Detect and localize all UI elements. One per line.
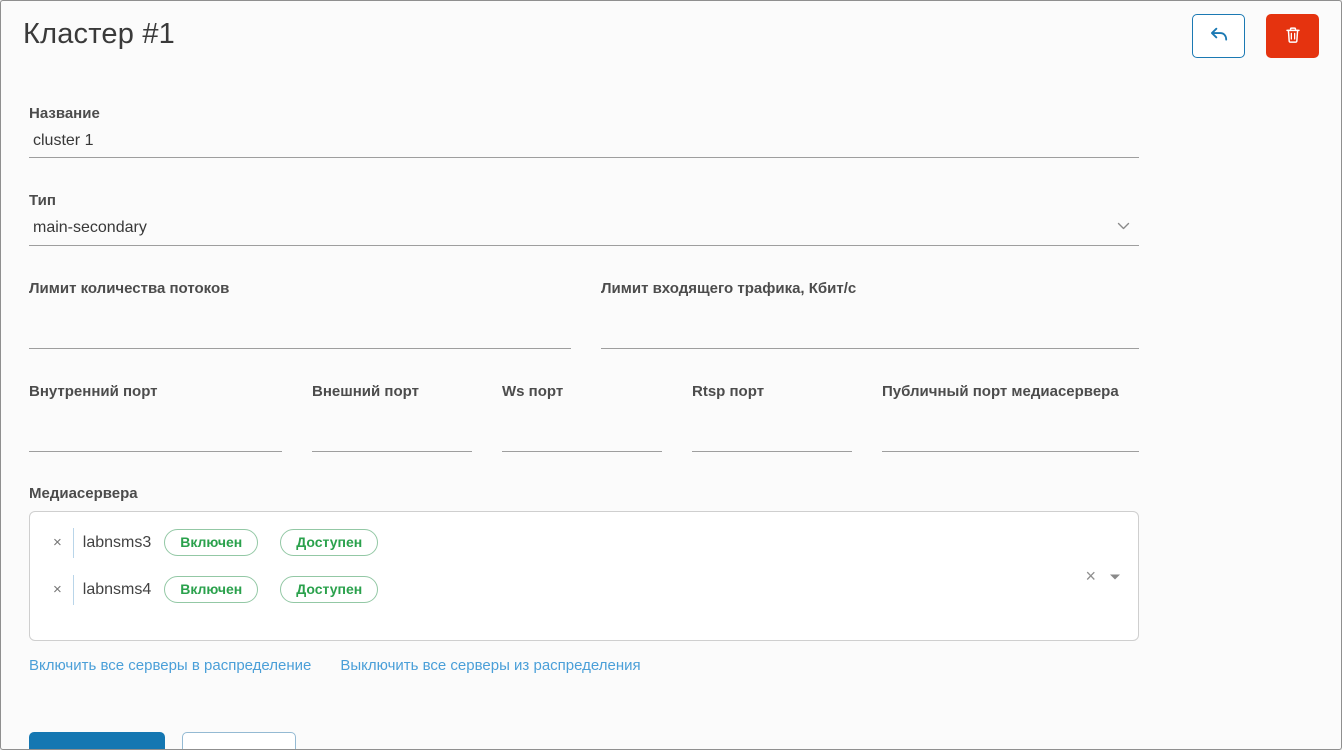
public-port-field-group: Публичный порт медиасервера	[882, 383, 1139, 452]
undo-button[interactable]	[1192, 14, 1245, 58]
name-label: Название	[29, 105, 1139, 123]
media-server-row: × labnsms3 Включен Доступен	[30, 519, 1138, 566]
bulk-links: Включить все серверы в распределение Вык…	[29, 657, 1139, 674]
remove-server-icon[interactable]: ×	[49, 533, 66, 552]
media-server-row: × labnsms4 Включен Доступен	[30, 566, 1138, 613]
media-servers-field-group: Медиасервера × labnsms3 Включен Доступен…	[29, 485, 1139, 641]
rtsp-port-field-group: Rtsp порт	[692, 383, 852, 452]
enable-all-servers-link[interactable]: Включить все серверы в распределение	[29, 657, 311, 674]
server-name: labnsms3	[83, 534, 151, 552]
stream-limit-input[interactable]	[29, 298, 571, 349]
limits-row: Лимит количества потоков Лимит входящего…	[29, 280, 1139, 349]
caret-down-icon[interactable]	[1109, 569, 1121, 584]
status-badge-enabled: Включен	[164, 576, 258, 603]
external-port-field-group: Внешний порт	[312, 383, 472, 452]
traffic-limit-input[interactable]	[601, 298, 1139, 349]
ports-row: Внутренний порт Внешний порт Ws порт Rts…	[29, 383, 1139, 452]
clear-all-icon[interactable]: ×	[1085, 567, 1096, 585]
status-badge-enabled: Включен	[164, 529, 258, 556]
page-title: Кластер #1	[23, 14, 175, 51]
rtsp-port-label: Rtsp порт	[692, 383, 852, 401]
name-field-group: Название	[29, 105, 1139, 158]
status-badge-available: Доступен	[280, 576, 378, 603]
ws-port-label: Ws порт	[502, 383, 662, 401]
ws-port-input[interactable]	[502, 401, 662, 452]
row-divider	[73, 575, 74, 605]
header-actions	[1192, 14, 1319, 58]
public-port-input[interactable]	[882, 401, 1139, 452]
delete-button[interactable]	[1266, 14, 1319, 58]
type-select[interactable]: main-secondary	[29, 210, 1139, 246]
internal-port-input[interactable]	[29, 401, 282, 452]
cancel-button[interactable]: ОТМЕНА	[182, 732, 296, 750]
media-servers-label: Медиасервера	[29, 485, 1139, 503]
cluster-edit-page: Кластер #1	[0, 0, 1342, 750]
disable-all-servers-link[interactable]: Выключить все серверы из распределения	[340, 657, 640, 674]
rtsp-port-input[interactable]	[692, 401, 852, 452]
stream-limit-label: Лимит количества потоков	[29, 280, 571, 298]
cluster-form: Название Тип main-secondary Лимит количе…	[29, 105, 1139, 750]
name-input[interactable]	[29, 123, 1139, 158]
traffic-limit-field-group: Лимит входящего трафика, Кбит/с	[601, 280, 1139, 349]
row-divider	[73, 528, 74, 558]
public-port-label: Публичный порт медиасервера	[882, 383, 1139, 401]
multiselect-controls: ×	[1085, 567, 1121, 585]
remove-server-icon[interactable]: ×	[49, 580, 66, 599]
internal-port-label: Внутренний порт	[29, 383, 282, 401]
traffic-limit-label: Лимит входящего трафика, Кбит/с	[601, 280, 1139, 298]
trash-icon	[1282, 24, 1304, 49]
update-button[interactable]: ОБНОВИТЬ	[29, 732, 165, 750]
status-badge-available: Доступен	[280, 529, 378, 556]
media-servers-multiselect[interactable]: × labnsms3 Включен Доступен × labnsms4 В…	[29, 511, 1139, 641]
ws-port-field-group: Ws порт	[502, 383, 662, 452]
chevron-down-icon	[1116, 218, 1131, 236]
type-label: Тип	[29, 192, 1139, 210]
server-name: labnsms4	[83, 581, 151, 599]
type-field-group: Тип main-secondary	[29, 192, 1139, 246]
page-header: Кластер #1	[1, 1, 1341, 58]
external-port-input[interactable]	[312, 401, 472, 452]
internal-port-field-group: Внутренний порт	[29, 383, 282, 452]
undo-icon	[1207, 23, 1231, 50]
stream-limit-field-group: Лимит количества потоков	[29, 280, 571, 349]
type-select-value[interactable]: main-secondary	[29, 210, 1139, 246]
form-actions: ОБНОВИТЬ ОТМЕНА	[29, 732, 1139, 750]
external-port-label: Внешний порт	[312, 383, 472, 401]
